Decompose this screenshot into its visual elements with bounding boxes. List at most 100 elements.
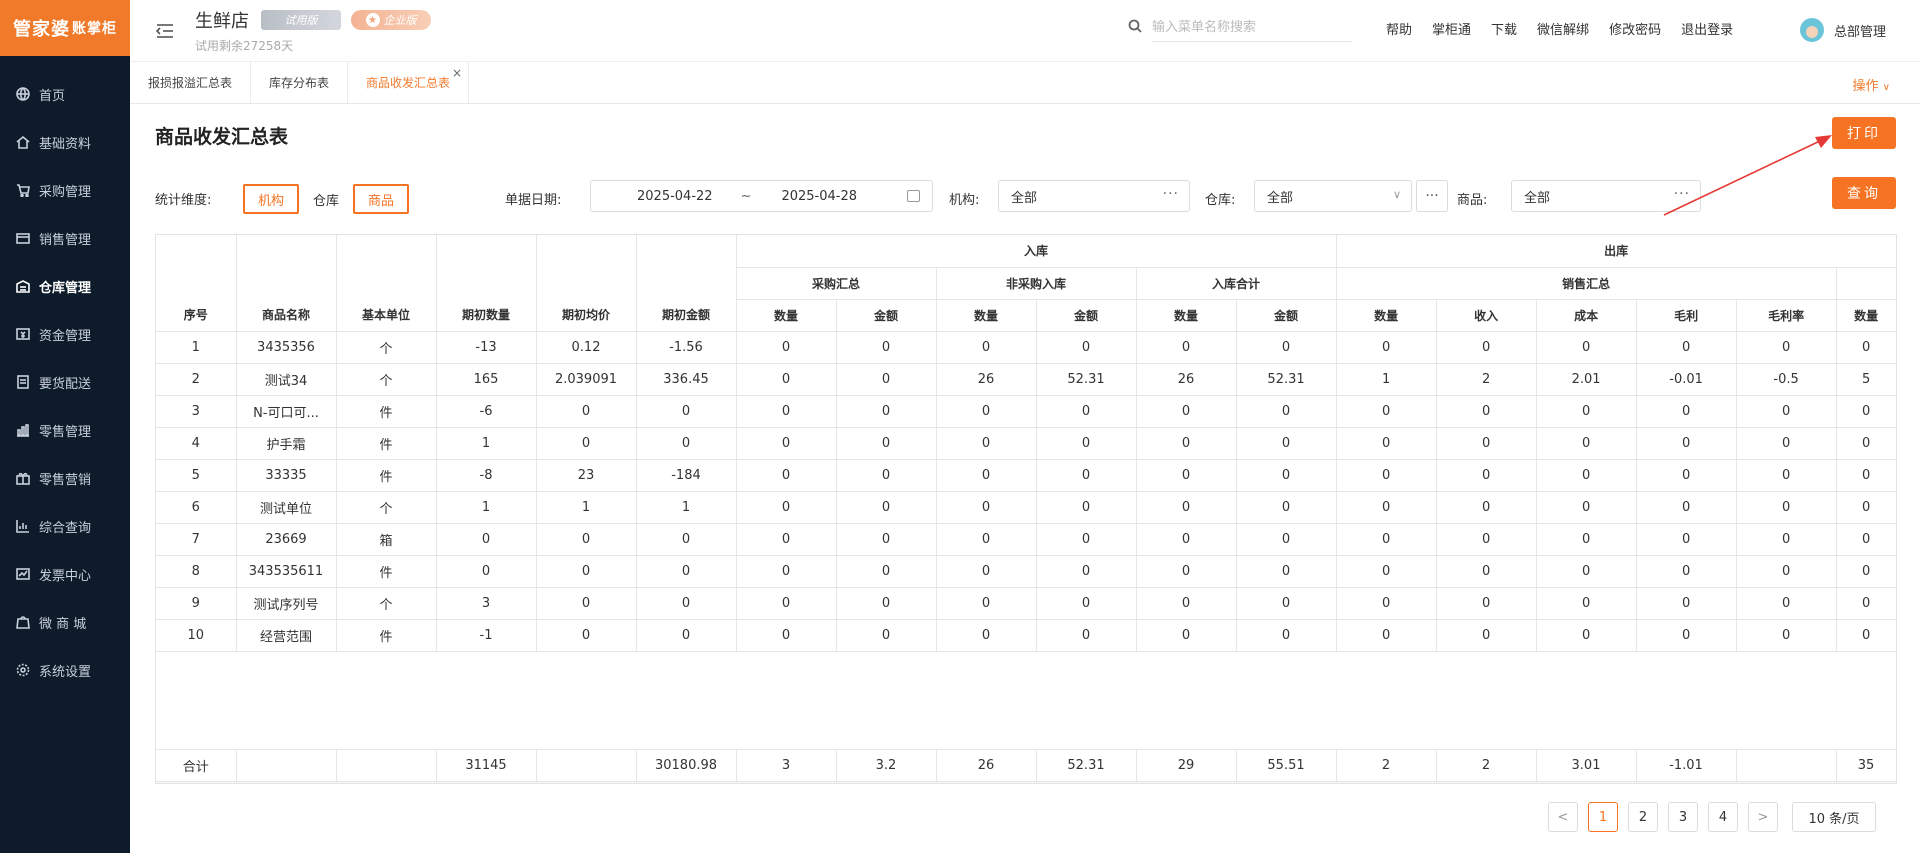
print-button[interactable]: 打印 [1832, 117, 1896, 149]
sidebar-item[interactable]: 系统设置 [0, 646, 130, 694]
avatar[interactable] [1800, 18, 1824, 42]
dimension-option[interactable]: 商品 [353, 184, 410, 214]
operations-label[interactable]: 操作 [1853, 79, 1879, 94]
scroll-right-icon[interactable]: › [1880, 783, 1894, 784]
table-cell: 1 [1336, 363, 1437, 396]
product-select[interactable]: 全部 ··· [1511, 180, 1701, 212]
table-cell: 0 [736, 491, 837, 524]
column-header[interactable]: 成本 [1536, 299, 1637, 332]
column-header[interactable]: 数量 [1336, 299, 1437, 332]
menu-toggle-icon[interactable] [155, 21, 175, 41]
sidebar-item[interactable]: 要货配送 [0, 358, 130, 406]
table-cell: 5 [156, 459, 237, 492]
sidebar-item[interactable]: 基础资料 [0, 118, 130, 166]
operations-dropdown[interactable]: 操作 ∨ [1853, 75, 1890, 94]
sidebar-item[interactable]: 销售管理 [0, 214, 130, 262]
menu-search-input[interactable] [1152, 14, 1352, 42]
scroll-right-icon[interactable]: › [217, 784, 231, 785]
sidebar-item[interactable]: 综合查询 [0, 502, 130, 550]
frozen-scroll-track[interactable]: ‹ › [156, 784, 236, 785]
column-header[interactable]: 金额 [1036, 299, 1137, 332]
top-link[interactable]: 掌柜通 [1432, 19, 1471, 38]
more-icon[interactable]: ··· [1674, 186, 1690, 202]
date-start[interactable]: 2025-04-22 [637, 189, 713, 204]
sidebar-item[interactable]: 采购管理 [0, 166, 130, 214]
org-select[interactable]: 全部 ··· [998, 180, 1190, 212]
table-cell: 0 [1536, 427, 1637, 460]
column-header[interactable]: 期初均价 [536, 299, 637, 332]
warehouse-more-button[interactable]: ··· [1416, 180, 1448, 212]
page-button[interactable]: 1 [1588, 802, 1618, 832]
date-range-picker[interactable]: 2025-04-22 ~ 2025-04-28 [590, 180, 933, 212]
user-menu[interactable]: 总部管理 [1800, 18, 1886, 42]
top-link[interactable]: 微信解绑 [1537, 19, 1589, 38]
top-link[interactable]: 下载 [1491, 19, 1517, 38]
dimension-option[interactable]: 机构 [243, 184, 300, 214]
page-button[interactable]: 2 [1628, 802, 1658, 832]
page-button[interactable]: 3 [1668, 802, 1698, 832]
tab[interactable]: 报损报溢汇总表 [130, 62, 252, 103]
sidebar-item[interactable]: 仓库管理 [0, 262, 130, 310]
column-header[interactable]: 序号 [156, 235, 237, 332]
table-cell: 件 [336, 395, 437, 428]
table-row[interactable]: 8 343535611 件 0 0 0 0 0 0 0 0 0 0 0 0 0 0 0 [156, 555, 1896, 588]
tab[interactable]: 库存分布表 [251, 62, 349, 103]
group-header-purchase-summary: 采购汇总 [736, 267, 937, 300]
table-row[interactable]: 2 测试34 个 165 2.039091 336.45 0 0 26 52.31 26 52.31 1… [156, 363, 1896, 396]
sidebar-item[interactable]: 首页 [0, 70, 130, 118]
table-row[interactable]: 10 经营范围件 -1 0 0 0 0 0 0 0 0 0 0 0 0 0 0 [156, 619, 1896, 652]
scroll-left-icon[interactable]: ‹ [240, 783, 254, 784]
top-link[interactable]: 退出登录 [1681, 19, 1733, 38]
table-cell: 0 [1136, 427, 1237, 460]
close-icon[interactable]: × [452, 66, 462, 80]
top-link[interactable]: 帮助 [1386, 19, 1412, 38]
next-page-icon[interactable]: > [1748, 802, 1778, 832]
column-header[interactable]: 期初数量 [436, 299, 537, 332]
calendar-icon[interactable] [907, 190, 920, 202]
table-row[interactable]: 1 3435356 个 -13 0.12 -1.56 0 0 0 0 0 0 0 0 0 0 0 0 [156, 331, 1896, 364]
query-button[interactable]: 查询 [1832, 177, 1896, 209]
prev-page-icon[interactable]: < [1548, 802, 1578, 832]
more-icon[interactable]: ··· [1163, 186, 1179, 202]
sidebar-item[interactable]: 微 商 城 [0, 598, 130, 646]
column-header[interactable]: 收入 [1436, 299, 1537, 332]
table-cell: 0 [836, 491, 937, 524]
sidebar-item[interactable]: 零售管理 [0, 406, 130, 454]
page-button[interactable]: 4 [1708, 802, 1738, 832]
column-header[interactable]: 数量 [936, 299, 1037, 332]
column-header[interactable]: 毛利 [1636, 299, 1737, 332]
tab-label[interactable]: 库存分布表 [269, 74, 329, 91]
date-end[interactable]: 2025-04-28 [781, 189, 857, 204]
tab[interactable]: 商品收发汇总表 × [348, 62, 470, 103]
table-row[interactable]: 4 护手霜件 1 0 0 0 0 0 0 0 0 0 0 0 0 0 0 [156, 427, 1896, 460]
horizontal-scrollbar[interactable]: ‹ › ‹ › [156, 781, 1896, 785]
table-cell: 0 [1536, 587, 1637, 620]
column-header[interactable]: 数量 [736, 299, 837, 332]
column-header[interactable]: 数量 [1836, 299, 1896, 332]
table-row[interactable]: 6 测试单位个 1 1 1 0 0 0 0 0 0 0 0 0 0 0 0 [156, 491, 1896, 524]
scroll-left-icon[interactable]: ‹ [160, 784, 174, 785]
sidebar-item[interactable]: 零售营销 [0, 454, 130, 502]
column-header[interactable]: 数量 [1136, 299, 1237, 332]
tab-label[interactable]: 报损报溢汇总表 [148, 74, 232, 91]
sidebar-item[interactable]: 发票中心 [0, 550, 130, 598]
page-size-select[interactable]: 10 条/页 [1792, 802, 1876, 832]
column-header[interactable]: 基本单位 [336, 299, 437, 332]
dimension-option[interactable]: 仓库 [299, 184, 353, 214]
top-link[interactable]: 修改密码 [1609, 19, 1661, 38]
column-header[interactable]: 毛利率 [1736, 299, 1837, 332]
search-icon[interactable] [1128, 19, 1142, 37]
table-row[interactable]: 5 33335 件 -8 23 -184 0 0 0 0 0 0 0 0 0 0 0 0 [156, 459, 1896, 492]
warehouse-select[interactable]: 全部 ∨ [1254, 180, 1412, 212]
table-cell: 33335 [236, 459, 337, 492]
user-name[interactable]: 总部管理 [1834, 21, 1886, 40]
column-header[interactable]: 金额 [1236, 299, 1337, 332]
table-row[interactable]: 3 N-可口可... 件 -6 0 0 0 0 0 0 0 0 0 0 0 0 0 0 [156, 395, 1896, 428]
column-header[interactable]: 期初金额 [636, 299, 737, 332]
table-row[interactable]: 9 测试序列号个 3 0 0 0 0 0 0 0 0 0 0 0 0 0 0 [156, 587, 1896, 620]
column-header[interactable]: 金额 [836, 299, 937, 332]
tab-label[interactable]: 商品收发汇总表 [366, 74, 450, 91]
sidebar-item[interactable]: 资金管理 [0, 310, 130, 358]
table-row[interactable]: 7 23669 箱 0 0 0 0 0 0 0 0 0 0 0 0 0 0 0 [156, 523, 1896, 556]
column-header[interactable]: 商品名称 [236, 299, 337, 332]
